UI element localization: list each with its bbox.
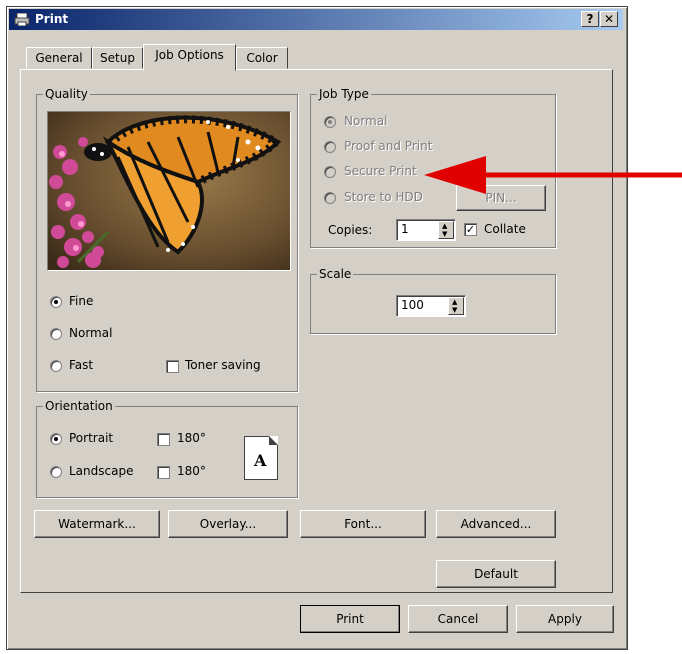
portrait-label: Portrait [69, 431, 114, 445]
landscape-radio[interactable] [50, 466, 62, 478]
job-normal-label: Normal [344, 114, 388, 128]
portrait-rotate-label: 180° [177, 431, 206, 445]
job-proof-print-radio[interactable] [324, 141, 336, 153]
orientation-legend: Orientation [43, 399, 115, 413]
overlay-button[interactable]: Overlay... [168, 510, 288, 538]
job-store-hdd-radio[interactable] [324, 192, 336, 204]
watermark-button[interactable]: Watermark... [34, 510, 160, 538]
apply-button[interactable]: Apply [516, 605, 614, 633]
job-normal-radio[interactable] [324, 116, 336, 128]
default-button[interactable]: Default [436, 560, 556, 588]
scale-input[interactable]: 100 ▲ ▼ [396, 295, 466, 317]
landscape-label: Landscape [69, 464, 134, 478]
copies-input[interactable]: 1 ▲ ▼ [396, 219, 456, 241]
landscape-rotate-label: 180° [177, 464, 206, 478]
close-button[interactable]: ✕ [600, 11, 618, 27]
spin-up-icon: ▲ [442, 222, 448, 230]
annotation-arrow-icon [424, 156, 682, 194]
job-type-legend: Job Type [317, 87, 371, 101]
portrait-rotate-checkbox[interactable] [157, 433, 170, 446]
title-bar[interactable]: Print ? ✕ [9, 9, 623, 30]
quality-preview-image [47, 111, 291, 271]
toner-saving-label: Toner saving [185, 358, 261, 372]
spin-up-icon: ▲ [452, 298, 458, 306]
job-secure-print-radio[interactable] [324, 166, 336, 178]
quality-normal-radio[interactable] [50, 328, 62, 340]
quality-fast-radio[interactable] [50, 360, 62, 372]
quality-legend: Quality [43, 87, 90, 101]
scale-legend: Scale [317, 267, 354, 281]
page-orientation-icon: A [244, 436, 278, 480]
preview-letter: A [254, 451, 267, 470]
quality-fast-label: Fast [69, 358, 94, 372]
quality-fine-label: Fine [69, 294, 94, 308]
job-proof-print-label: Proof and Print [344, 139, 433, 153]
font-button[interactable]: Font... [300, 510, 426, 538]
collate-label: Collate [484, 222, 526, 236]
toner-saving-checkbox[interactable] [166, 360, 179, 373]
tab-general[interactable]: General [26, 47, 92, 69]
landscape-rotate-checkbox[interactable] [157, 466, 170, 479]
spin-down-icon: ▼ [442, 230, 448, 238]
copies-value: 1 [401, 222, 409, 236]
collate-checkbox[interactable]: ✓ [464, 223, 477, 236]
advanced-button[interactable]: Advanced... [436, 510, 556, 538]
window-title: Print [35, 12, 69, 26]
tab-job-options[interactable]: Job Options [143, 44, 236, 71]
printer-icon [14, 13, 30, 26]
scale-value: 100 [401, 298, 424, 312]
active-tab-join [144, 68, 235, 71]
quality-fine-radio[interactable] [50, 296, 62, 308]
print-button[interactable]: Print [300, 605, 400, 633]
portrait-radio[interactable] [50, 433, 62, 445]
copies-label: Copies: [328, 223, 373, 237]
scale-spinner[interactable]: ▲ ▼ [448, 297, 464, 315]
spin-down-icon: ▼ [452, 306, 458, 314]
tab-setup[interactable]: Setup [92, 47, 143, 69]
job-secure-print-label: Secure Print [344, 164, 417, 178]
tab-color[interactable]: Color [236, 47, 288, 69]
quality-normal-label: Normal [69, 326, 113, 340]
job-store-hdd-label: Store to HDD [344, 190, 423, 204]
copies-spinner[interactable]: ▲ ▼ [438, 221, 454, 239]
help-button[interactable]: ? [581, 11, 599, 27]
cancel-button[interactable]: Cancel [408, 605, 508, 633]
